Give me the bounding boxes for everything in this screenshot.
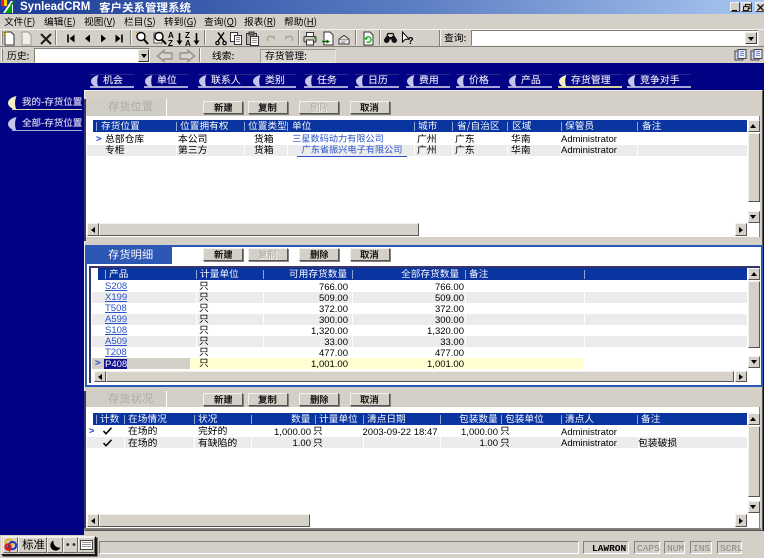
svg-text:?: ?	[408, 36, 414, 46]
svg-text:Z: Z	[168, 39, 173, 46]
svg-text:A: A	[185, 39, 191, 46]
